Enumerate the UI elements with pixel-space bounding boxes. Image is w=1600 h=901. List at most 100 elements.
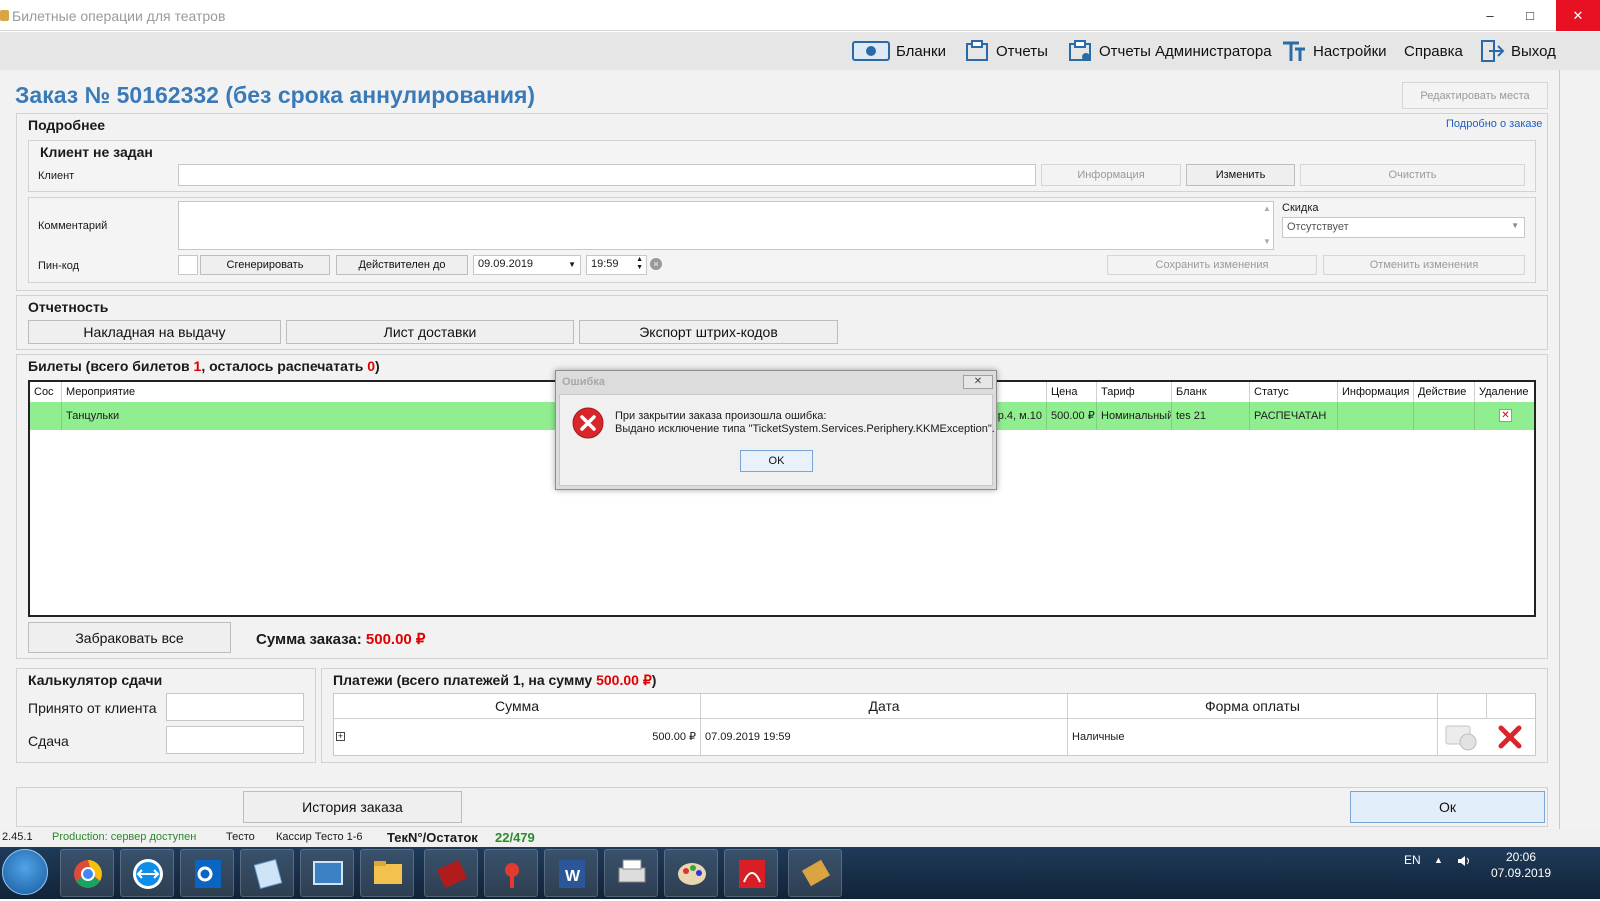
change-label: Сдача: [28, 733, 69, 749]
client-input[interactable]: [178, 164, 1036, 186]
reject-all-button[interactable]: Забраковать все: [28, 622, 231, 653]
taskbar-app-4[interactable]: [240, 849, 294, 897]
taskbar-ticket-app[interactable]: [788, 849, 842, 897]
details-link[interactable]: Подробно о заказе: [1446, 118, 1542, 130]
delete-payment-icon[interactable]: [1497, 724, 1523, 750]
col-tariff[interactable]: Тариф: [1097, 382, 1172, 402]
clear-time-icon[interactable]: ×: [650, 258, 662, 270]
col-state[interactable]: Сос: [30, 382, 62, 402]
refund-icon[interactable]: [1444, 722, 1478, 752]
payments-title-sum: 500.00 ₽: [596, 672, 652, 688]
calculator-title: Калькулятор сдачи: [28, 672, 163, 688]
comment-input[interactable]: [178, 201, 1274, 250]
taskbar-word[interactable]: W: [544, 849, 598, 897]
right-divider: [1559, 70, 1560, 830]
discount-select[interactable]: Отсутствует ▼: [1282, 217, 1525, 238]
toolbar-admin-reports-label: Отчеты Администратора: [1099, 42, 1272, 60]
order-sum-value: 500.00 ₽: [365, 631, 426, 648]
export-barcodes-button[interactable]: Экспорт штрих-кодов: [579, 320, 838, 344]
taskbar-app-5[interactable]: [300, 849, 354, 897]
pay-col-amount[interactable]: Сумма: [334, 694, 701, 718]
table-row[interactable]: + 500.00 ₽ 07.09.2019 19:59 Наличные: [334, 719, 1535, 755]
received-input[interactable]: [166, 693, 304, 721]
time-value: 19:59: [591, 258, 619, 270]
pay-col-date[interactable]: Дата: [701, 694, 1068, 718]
status-version: 2.45.1: [2, 831, 33, 843]
taskbar-explorer[interactable]: [360, 849, 414, 897]
minimize-button[interactable]: –: [1470, 0, 1510, 31]
comment-scroll-down-icon[interactable]: ▼: [1263, 237, 1271, 246]
svg-text:W: W: [565, 868, 581, 885]
maximize-button[interactable]: □: [1510, 0, 1550, 31]
col-info[interactable]: Информация: [1338, 382, 1414, 402]
taskbar-chrome[interactable]: [60, 849, 114, 897]
cancel-changes-button[interactable]: Отменить изменения: [1323, 255, 1525, 275]
row-status: РАСПЕЧАТАН: [1250, 402, 1338, 430]
volume-icon[interactable]: [1457, 855, 1471, 867]
edit-seats-button[interactable]: Редактировать места: [1402, 82, 1548, 109]
col-blank[interactable]: Бланк: [1172, 382, 1250, 402]
dialog-ok-button[interactable]: OK: [740, 450, 813, 472]
date-picker[interactable]: 09.09.2019 ▼: [473, 255, 581, 275]
chevron-down-icon: ▼: [1511, 221, 1519, 230]
status-blank-label: ТекN°/Остаток: [387, 830, 478, 845]
toolbar-exit[interactable]: Выход: [1479, 32, 1556, 70]
reporting-title: Отчетность: [28, 299, 109, 315]
change-input[interactable]: [166, 726, 304, 754]
tickets-title: Билеты (всего билетов 1, осталось распеч…: [28, 358, 380, 374]
client-info-button[interactable]: Информация: [1041, 164, 1181, 186]
order-title: Заказ № 50162332 (без срока аннулировани…: [15, 82, 536, 108]
start-button[interactable]: [2, 849, 48, 895]
admin-reports-icon: [1067, 39, 1093, 63]
col-action[interactable]: Действие: [1414, 382, 1475, 402]
payments-title-suffix: ): [651, 672, 657, 688]
taskbar-app-8[interactable]: [484, 849, 538, 897]
save-changes-button[interactable]: Сохранить изменения: [1107, 255, 1317, 275]
tickets-title-prefix: Билеты (всего билетов: [28, 358, 194, 374]
pay-col-method[interactable]: Форма оплаты: [1068, 694, 1438, 718]
taskbar-paint[interactable]: [664, 849, 718, 897]
status-user: Тесто: [226, 831, 255, 843]
toolbar-admin-reports[interactable]: Отчеты Администратора: [1067, 32, 1272, 70]
date-dropdown-icon[interactable]: ▼: [568, 260, 576, 269]
ok-button[interactable]: Ок: [1350, 791, 1545, 823]
taskbar-acrobat[interactable]: [724, 849, 778, 897]
taskbar-printer[interactable]: [604, 849, 658, 897]
taskbar-app-7[interactable]: [424, 849, 478, 897]
language-indicator[interactable]: EN: [1404, 853, 1421, 867]
window-title-bar: Билетные операции для театров – □ ✕: [0, 0, 1600, 31]
delete-ticket-icon[interactable]: ✕: [1499, 409, 1512, 422]
toolbar-reports[interactable]: Отчеты: [964, 32, 1048, 70]
pin-input[interactable]: [178, 255, 198, 275]
clock-date[interactable]: 07.09.2019: [1486, 866, 1556, 880]
payments-table[interactable]: Сумма Дата Форма оплаты + 500.00 ₽ 07.09…: [333, 693, 1536, 756]
taskbar-teamviewer[interactable]: [120, 849, 174, 897]
tray-expand-icon[interactable]: ▲: [1434, 855, 1443, 865]
time-picker[interactable]: 19:59 ▲ ▼: [586, 255, 647, 275]
order-history-button[interactable]: История заказа: [243, 791, 462, 823]
client-change-button[interactable]: Изменить: [1186, 164, 1295, 186]
invoice-button[interactable]: Накладная на выдачу: [28, 320, 281, 344]
row-price: 500.00 ₽: [1047, 402, 1097, 430]
close-button[interactable]: ✕: [1556, 0, 1600, 31]
pin-label: Пин-код: [38, 260, 80, 272]
time-spinner-icon[interactable]: ▲ ▼: [636, 256, 643, 272]
status-cashier: Кассир Тесто 1-6: [276, 831, 363, 843]
reports-icon: [964, 39, 990, 63]
toolbar-settings[interactable]: Настройки: [1281, 32, 1387, 70]
clock-time[interactable]: 20:06: [1496, 850, 1546, 864]
taskbar-outlook[interactable]: [180, 849, 234, 897]
toolbar-help[interactable]: Справка: [1404, 32, 1463, 70]
delivery-sheet-button[interactable]: Лист доставки: [286, 320, 574, 344]
valid-until-button[interactable]: Действителен до: [336, 255, 468, 275]
client-clear-button[interactable]: Очистить: [1300, 164, 1525, 186]
comment-scroll-up-icon[interactable]: ▲: [1263, 204, 1271, 213]
status-server: Production: сервер доступен: [52, 831, 197, 843]
toolbar-blanks[interactable]: Бланки: [852, 32, 946, 70]
col-delete[interactable]: Удаление: [1475, 382, 1534, 402]
dialog-message-line1: При закрытии заказа произошла ошибка:: [615, 410, 827, 422]
col-price[interactable]: Цена: [1047, 382, 1097, 402]
dialog-close-button[interactable]: ✕: [963, 375, 993, 389]
generate-pin-button[interactable]: Сгенерировать: [200, 255, 330, 275]
col-status[interactable]: Статус: [1250, 382, 1338, 402]
